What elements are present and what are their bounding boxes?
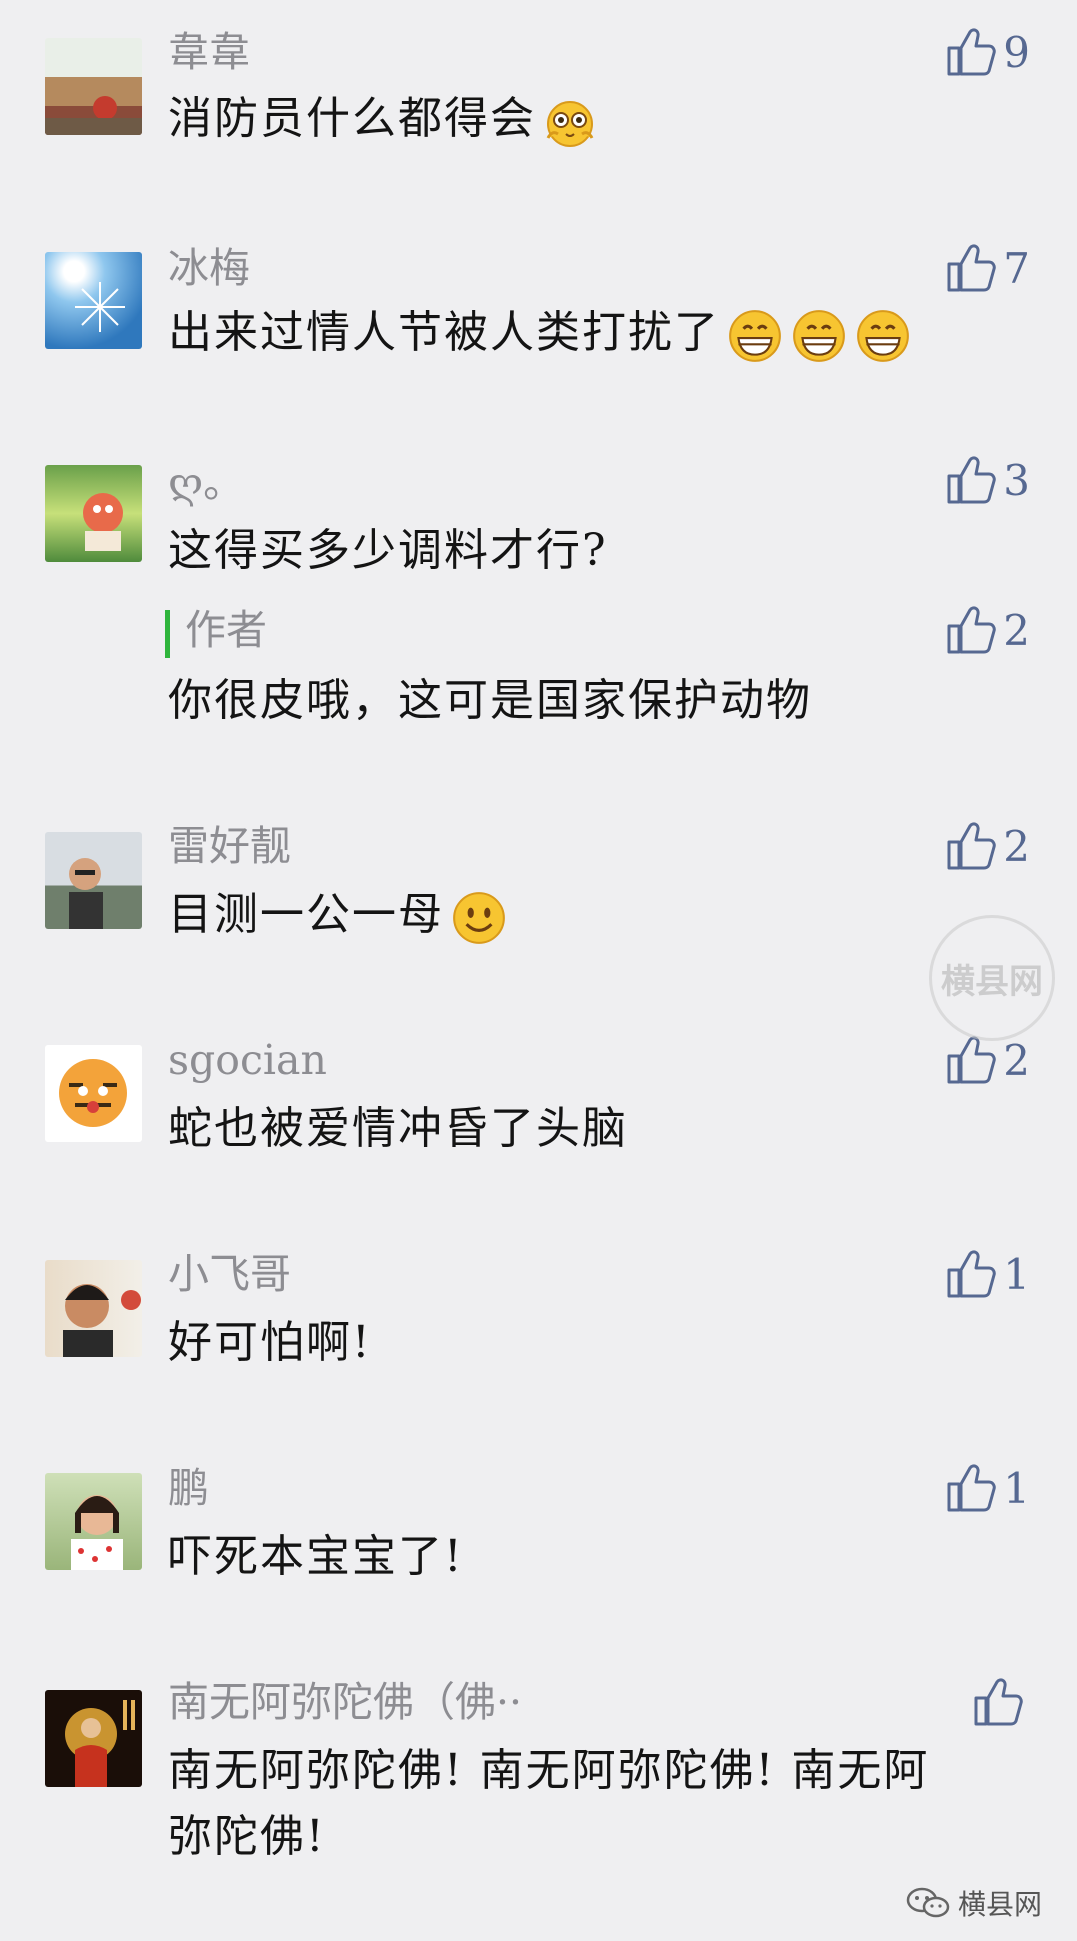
- avatar[interactable]: [45, 1260, 142, 1357]
- like-count: 2: [1003, 1035, 1030, 1085]
- commenter-name[interactable]: 韋韋: [168, 24, 250, 80]
- like-button[interactable]: 1: [945, 1460, 1030, 1516]
- smile-emoji-icon: [453, 891, 505, 944]
- comment-text: 出来过情人节被人类打扰了: [168, 302, 912, 365]
- watermark-text: 横县网: [941, 961, 1043, 1002]
- comment-text: 弥陀佛!: [168, 1811, 326, 1862]
- footer-brand-text: 横县网: [957, 1888, 1042, 1921]
- comment-text-content: 出来过情人节被人类打扰了: [168, 307, 720, 358]
- thumbs-up-icon: [945, 242, 997, 294]
- comment-text: 南无阿弥陀佛! 南无阿弥陀佛! 南无阿: [168, 1745, 930, 1796]
- excited-emoji-icon: [546, 100, 594, 147]
- like-count: 7: [1003, 243, 1030, 293]
- like-count: 3: [1003, 455, 1030, 505]
- thumbs-up-icon: [945, 1248, 997, 1300]
- avatar[interactable]: [45, 1473, 142, 1570]
- thumbs-up-icon: [945, 26, 997, 78]
- avatar[interactable]: [45, 1045, 142, 1142]
- thumbs-up-icon: [945, 1462, 997, 1514]
- thumbs-up-icon: [945, 454, 997, 506]
- commenter-name[interactable]: sgocian: [168, 1032, 327, 1088]
- commenter-name[interactable]: 鹏: [168, 1460, 209, 1516]
- thumbs-up-icon: [945, 820, 997, 872]
- like-count: 1: [1003, 1249, 1030, 1299]
- comment-text: 消防员什么都得会: [168, 88, 598, 150]
- comment-text: 目测一公一母: [168, 884, 508, 947]
- like-button[interactable]: 9: [945, 24, 1030, 80]
- avatar[interactable]: [45, 465, 142, 562]
- grin-emoji-icon: [793, 309, 845, 362]
- like-count: 2: [1003, 605, 1030, 655]
- avatar[interactable]: [45, 252, 142, 349]
- comment-text: 这得买多少调料才行?: [168, 525, 608, 576]
- avatar[interactable]: [45, 832, 142, 929]
- comment-text-content: 消防员什么都得会: [168, 93, 536, 144]
- comment-text: 好可怕啊!: [168, 1317, 372, 1368]
- commenter-name[interactable]: 冰梅: [168, 240, 250, 296]
- comment-text: 蛇也被爱情冲昏了头脑: [168, 1103, 628, 1154]
- commenter-name[interactable]: 雷好靓: [168, 818, 291, 874]
- like-button[interactable]: 1: [945, 1246, 1030, 1302]
- grin-emoji-icon: [857, 309, 909, 362]
- commenter-name[interactable]: 南无阿弥陀佛（佛··: [168, 1674, 522, 1730]
- like-count: 9: [1003, 27, 1030, 77]
- footer-brand: 横县网: [906, 1883, 1042, 1923]
- like-button[interactable]: 7: [945, 240, 1030, 296]
- thumbs-up-icon: [945, 1034, 997, 1086]
- commenter-name[interactable]: 小飞哥: [168, 1246, 291, 1302]
- reply-text: 你很皮哦，这可是国家保护动物: [168, 675, 812, 726]
- thumbs-up-icon: [945, 604, 997, 656]
- author-reply-indicator: [165, 610, 170, 658]
- avatar[interactable]: [45, 38, 142, 135]
- thumbs-up-icon: [972, 1676, 1024, 1728]
- like-button[interactable]: 2: [945, 818, 1030, 874]
- wechat-icon: [906, 1887, 950, 1918]
- commenter-name[interactable]: ღ。: [168, 455, 244, 511]
- grin-emoji-icon: [729, 309, 781, 362]
- watermark-seal: 横县网: [929, 915, 1055, 1041]
- avatar[interactable]: [45, 1690, 142, 1787]
- like-button[interactable]: 3: [945, 452, 1030, 508]
- like-button[interactable]: [972, 1674, 1030, 1730]
- like-count: 2: [1003, 821, 1030, 871]
- reply-author-name: 作者: [185, 606, 267, 654]
- like-count: 1: [1003, 1463, 1030, 1513]
- like-button[interactable]: 2: [945, 602, 1030, 658]
- comment-text-content: 目测一公一母: [168, 889, 444, 940]
- comment-text: 吓死本宝宝了!: [168, 1531, 464, 1582]
